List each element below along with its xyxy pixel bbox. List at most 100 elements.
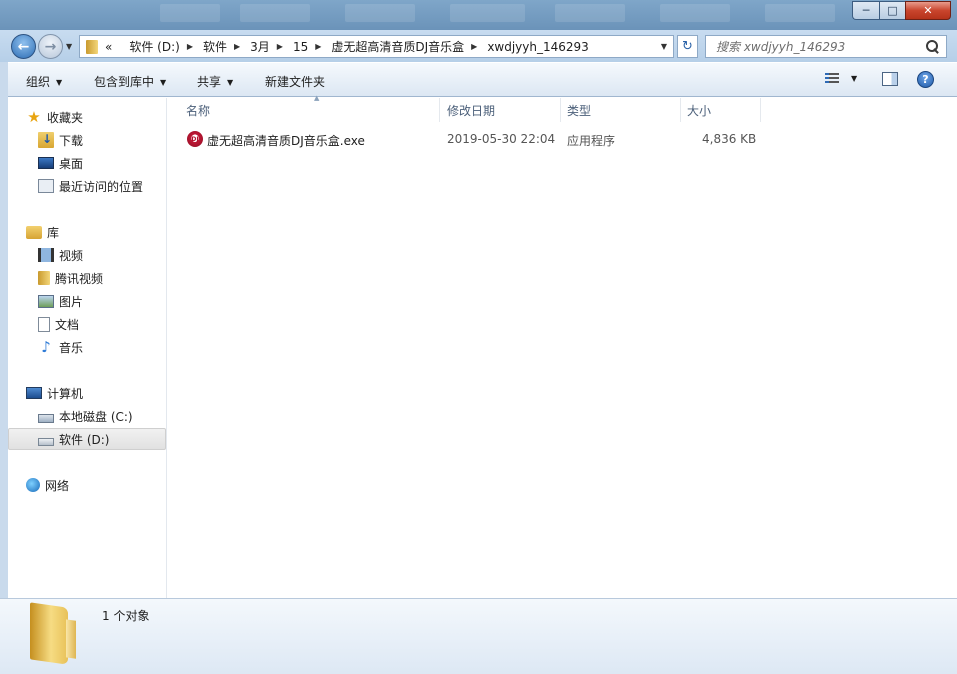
organize-label: 组织: [26, 75, 51, 89]
search-input[interactable]: [716, 39, 926, 54]
close-button[interactable]: ✕: [905, 1, 951, 20]
chevron-right-icon[interactable]: ▶: [311, 42, 328, 51]
maximize-button[interactable]: □: [879, 1, 905, 20]
breadcrumb-label: 软件 (D:): [129, 40, 180, 54]
file-row[interactable]: DJ 虚无超高清音质DJ音乐盒.exe 2019-05-30 22:04 应用程…: [168, 129, 949, 149]
file-type: 应用程序: [567, 134, 616, 148]
share-menu[interactable]: 共享 ▼: [197, 73, 233, 90]
change-view-icon[interactable]: [825, 73, 839, 85]
nav-tencent-video-label: 腾讯视频: [55, 271, 104, 286]
nav-desktop-label: 桌面: [59, 156, 84, 171]
chevron-right-icon[interactable]: ▶: [467, 42, 484, 51]
nav-pictures-label: 图片: [59, 294, 84, 309]
breadcrumb-item[interactable]: 15 ▶: [290, 40, 328, 54]
help-button[interactable]: ?: [917, 71, 934, 88]
address-bar[interactable]: « 软件 (D:) ▶ 软件 ▶ 3月 ▶ 15 ▶ 虚无超高清音质DJ音乐盒 …: [79, 35, 674, 58]
chevron-down-icon: ▼: [160, 78, 167, 87]
folder-icon: [86, 39, 98, 54]
nav-computer-label: 计算机: [47, 386, 84, 401]
window-frame: [0, 62, 8, 598]
nav-libraries-label: 库: [47, 225, 60, 240]
file-size: 4,836 KB: [702, 132, 757, 146]
nav-favorites-label: 收藏夹: [47, 110, 84, 125]
nav-music-label: 音乐: [59, 340, 84, 355]
navigation-pane: ★ 收藏夹 下载 桌面 最近访问的位置 库 视频 腾讯视频 图片 文档 ♪ 音乐…: [8, 98, 167, 598]
breadcrumb-item[interactable]: 3月 ▶: [247, 38, 290, 55]
new-folder-button[interactable]: 新建文件夹: [265, 73, 325, 90]
column-modified-label: 修改日期: [447, 103, 496, 118]
music-note-icon: ♪: [41, 338, 51, 356]
nav-recent-places-label: 最近访问的位置: [59, 179, 144, 194]
share-label: 共享: [197, 75, 222, 89]
breadcrumb-item[interactable]: 软件 (D:) ▶: [126, 38, 200, 55]
refresh-icon: ↻: [682, 39, 693, 54]
blurred-background-tab: [660, 4, 730, 22]
chevron-right-icon[interactable]: ▶: [183, 42, 200, 51]
column-size-label: 大小: [687, 103, 712, 118]
navigation-bar: ← → ▼ « 软件 (D:) ▶ 软件 ▶ 3月 ▶ 15 ▶ 虚无超高清音质…: [0, 30, 957, 62]
breadcrumb-item[interactable]: xwdjyyh_146293: [484, 40, 591, 54]
windows-drive-icon: [38, 414, 54, 423]
include-in-library-menu[interactable]: 包含到库中 ▼: [94, 73, 166, 90]
nav-drive-d[interactable]: 软件 (D:): [8, 428, 166, 450]
breadcrumb-label: 虚无超高清音质DJ音乐盒: [331, 40, 465, 54]
nav-computer[interactable]: 计算机: [26, 382, 184, 404]
include-in-library-label: 包含到库中: [94, 75, 155, 89]
forward-button[interactable]: →: [38, 34, 63, 59]
blurred-background-tab: [240, 4, 310, 22]
hard-drive-icon: [38, 438, 54, 446]
minimize-button[interactable]: ─: [852, 1, 879, 20]
nav-libraries[interactable]: 库: [26, 221, 184, 243]
recent-places-icon: [38, 179, 54, 193]
network-globe-icon: [26, 478, 40, 492]
view-options-dropdown-icon[interactable]: ▼: [851, 74, 857, 83]
window-frame-right: [949, 98, 957, 598]
column-header-name[interactable]: ▲ 名称: [176, 94, 440, 122]
nav-drive-c[interactable]: 本地磁盘 (C:): [38, 405, 166, 427]
search-box[interactable]: [705, 35, 947, 58]
details-pane: 1 个对象: [0, 598, 957, 674]
documents-library-icon: [38, 316, 50, 332]
refresh-button[interactable]: ↻: [677, 35, 698, 58]
folder-icon: [30, 602, 68, 665]
chevron-right-icon[interactable]: ▶: [230, 42, 247, 51]
overflow-chevron-icon: «: [105, 39, 113, 54]
back-button[interactable]: ←: [11, 34, 36, 59]
chevron-right-icon[interactable]: ▶: [273, 42, 290, 51]
nav-network[interactable]: 网络: [26, 474, 184, 496]
breadcrumb-item[interactable]: 软件 ▶: [200, 38, 247, 55]
blurred-background-tab: [160, 4, 220, 22]
chevron-down-icon: ▼: [56, 78, 63, 87]
computer-icon: [26, 387, 42, 399]
pictures-library-icon: [38, 294, 54, 308]
file-name: 虚无超高清音质DJ音乐盒.exe: [207, 134, 365, 148]
search-icon[interactable]: [926, 39, 940, 54]
nav-downloads-label: 下载: [59, 133, 84, 148]
recent-pages-dropdown-icon[interactable]: ▼: [66, 42, 72, 51]
nav-drive-c-label: 本地磁盘 (C:): [59, 409, 133, 424]
column-header-type[interactable]: 类型: [561, 98, 681, 122]
sort-ascending-icon: ▲: [314, 94, 320, 102]
breadcrumb-overflow[interactable]: «: [102, 40, 126, 54]
folder-icon: [38, 271, 50, 285]
organize-menu[interactable]: 组织 ▼: [26, 73, 62, 90]
downloads-folder-icon: [38, 132, 54, 148]
file-list: ▲ 名称 修改日期 类型 大小 DJ 虚无超高清音质DJ音乐盒.exe 2019…: [168, 94, 949, 598]
item-count: 1 个对象: [102, 609, 150, 623]
breadcrumb-label: xwdjyyh_146293: [487, 39, 589, 54]
nav-network-label: 网络: [45, 478, 70, 493]
star-icon: ★: [27, 108, 41, 126]
column-name-label: 名称: [186, 103, 211, 118]
column-header-size[interactable]: 大小: [681, 98, 761, 122]
breadcrumb-item[interactable]: 虚无超高清音质DJ音乐盒 ▶: [328, 38, 484, 55]
breadcrumb-label: 软件: [202, 40, 227, 54]
address-history-dropdown-icon[interactable]: ▼: [655, 42, 673, 51]
blurred-background-tab: [450, 4, 525, 22]
nav-favorites[interactable]: ★ 收藏夹: [26, 106, 184, 128]
blurred-background-tab: [345, 4, 415, 22]
libraries-icon: [26, 225, 42, 239]
column-header-modified[interactable]: 修改日期: [440, 98, 561, 122]
preview-pane-icon[interactable]: [882, 72, 898, 86]
blurred-background-tab: [765, 4, 835, 22]
title-bar: ─ □ ✕: [0, 0, 957, 30]
